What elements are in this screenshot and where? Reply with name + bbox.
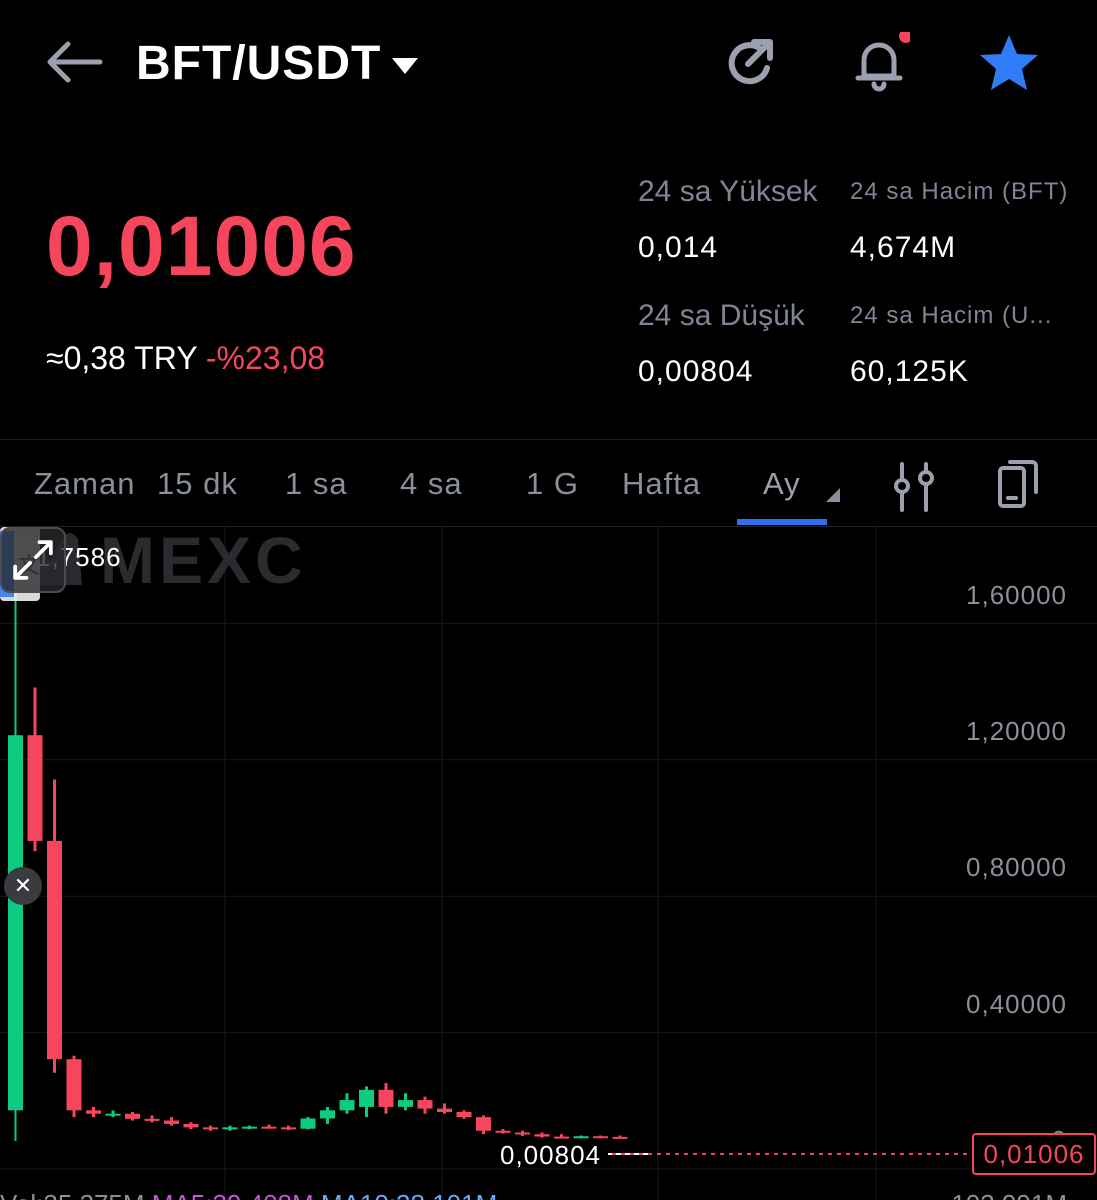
candle-body — [86, 1110, 101, 1114]
candle-body — [27, 735, 43, 841]
candle-body — [339, 1100, 355, 1111]
candle-body — [261, 1126, 277, 1129]
y-axis-tick: 0,40000 — [966, 989, 1067, 1019]
close-icon[interactable]: ✕ — [4, 867, 42, 905]
fiat-and-change: ≈0,38 TRY -%23,08 — [46, 338, 325, 378]
price-change: -%23,08 — [205, 340, 326, 376]
candle-body — [359, 1089, 374, 1107]
chevron-down-icon[interactable] — [388, 50, 422, 80]
candle-body — [476, 1117, 491, 1131]
indicator-settings-icon[interactable] — [890, 460, 938, 514]
chart-layout-icon[interactable] — [994, 458, 1042, 512]
star-icon[interactable] — [978, 32, 1040, 94]
candle-body — [437, 1108, 452, 1113]
expand-icon[interactable] — [0, 527, 66, 593]
volume-ma5: MA5:39,408M — [152, 1189, 314, 1200]
tab-1d[interactable]: 1 G — [526, 464, 579, 504]
candle-body — [242, 1126, 257, 1129]
volume-axis-max: 103,991M — [951, 1189, 1067, 1200]
candle-body — [281, 1127, 296, 1130]
volume-quote-value: 60,125K — [850, 355, 969, 388]
candle-body — [300, 1118, 316, 1129]
last-price-tag: 0,01006 — [972, 1133, 1096, 1175]
candle-body — [398, 1100, 413, 1107]
fiat-currency: TRY — [134, 340, 197, 376]
pair-title[interactable]: BFT/USDT — [136, 34, 381, 94]
volume-value: Vol:35,275M — [0, 1189, 145, 1200]
top-bar: BFT/USDT — [0, 0, 1097, 130]
volume-base-label: 24 sa Hacim (BFT) — [850, 178, 1069, 205]
candle-body — [573, 1136, 589, 1139]
low-24h-value: 0,00804 — [638, 355, 754, 388]
candle-body — [417, 1100, 433, 1109]
candle-body — [183, 1123, 199, 1128]
candlestick-chart[interactable]: MEXC 1,60000 1,20000 0,80000 0,40000 0 1… — [0, 527, 1097, 1200]
tab-zaman[interactable]: Zaman — [34, 464, 135, 504]
notification-dot — [899, 32, 910, 43]
more-intervals-caret-icon[interactable] — [824, 486, 842, 504]
volume-quote-label: 24 sa Hacim (U... — [850, 302, 1053, 329]
candle-body — [612, 1136, 628, 1139]
tab-4h[interactable]: 4 sa — [400, 464, 463, 504]
candle-body — [515, 1132, 530, 1135]
candle-body — [495, 1130, 511, 1133]
y-axis-tick: 1,60000 — [966, 580, 1067, 610]
tab-15m[interactable]: 15 dk — [157, 464, 238, 504]
high-24h-value: 0,014 — [638, 231, 719, 264]
active-tab-indicator — [737, 519, 827, 525]
candle-body — [534, 1134, 550, 1137]
fiat-value: ≈0,38 — [46, 340, 126, 376]
candle-body — [47, 840, 62, 1060]
candle-body — [8, 735, 23, 1111]
candle-body — [320, 1110, 335, 1119]
candle-body — [456, 1112, 472, 1118]
candle-body — [378, 1089, 394, 1107]
candle-body — [164, 1120, 179, 1124]
share-refresh-icon[interactable] — [718, 32, 780, 94]
watermark-text: MEXC — [100, 527, 307, 589]
candle-body — [66, 1059, 82, 1111]
bell-icon[interactable] — [848, 32, 910, 94]
volume-base-value: 4,674M — [850, 231, 957, 264]
divider — [0, 439, 1097, 440]
last-price: 0,01006 — [46, 199, 357, 293]
y-axis-tick: 1,20000 — [966, 716, 1067, 746]
y-axis-tick: 0,80000 — [966, 852, 1067, 882]
candle-body — [125, 1113, 140, 1119]
candle-body — [593, 1136, 608, 1139]
volume-ma10: MA10:38,101M — [321, 1189, 497, 1200]
lowest-price-marker: 0,00804 — [500, 1140, 601, 1170]
chart-canvas — [0, 527, 1097, 1200]
volume-indicator-line: Vol:35,275M MA5:39,408M MA10:38,101M — [0, 1189, 497, 1200]
tab-month[interactable]: Ay — [763, 464, 801, 504]
candle-body — [203, 1127, 218, 1130]
candle-body — [105, 1113, 121, 1116]
candle-body — [144, 1118, 160, 1121]
low-24h-label: 24 sa Düşük — [638, 299, 805, 332]
back-arrow-icon[interactable] — [40, 36, 106, 88]
candle-body — [222, 1127, 238, 1130]
tab-1h[interactable]: 1 sa — [285, 464, 348, 504]
tab-week[interactable]: Hafta — [622, 464, 701, 504]
high-24h-label: 24 sa Yüksek — [638, 175, 818, 208]
